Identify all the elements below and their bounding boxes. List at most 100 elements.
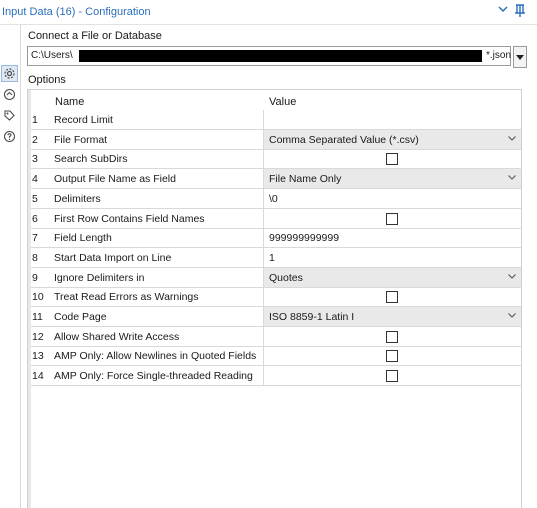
row-value-field[interactable]: 999999999999 (263, 228, 521, 249)
row-name-cell[interactable]: 6 First Row Contains Field Names (31, 209, 263, 229)
row-name-cell[interactable]: 7 Field Length (31, 228, 263, 249)
row-name-cell[interactable]: 8 Start Data Import on Line (31, 248, 263, 268)
table-row: 12 Allow Shared Write Access (31, 326, 521, 347)
pin-icon[interactable] (514, 4, 526, 21)
row-name-cell[interactable]: 12 Allow Shared Write Access (31, 327, 263, 347)
row-number: 9 (32, 271, 38, 284)
table-row: 13 AMP Only: Allow Newlines in Quoted Fie… (31, 346, 521, 367)
table-row: 14 AMP Only: Force Single-threaded Readin… (31, 366, 521, 387)
row-number: 14 (32, 370, 44, 383)
row-checkbox-cell[interactable] (263, 149, 521, 170)
chevron-down-icon[interactable] (507, 271, 517, 284)
row-number: 7 (32, 232, 38, 245)
row-name-cell[interactable]: 10 Treat Read Errors as Warnings (31, 287, 263, 308)
option-checkbox[interactable] (386, 330, 398, 343)
row-option-name: Start Data Import on Line (54, 251, 172, 264)
row-name-cell[interactable]: 3 Search SubDirs (31, 149, 263, 170)
row-value-text: ISO 8859-1 Latin I (269, 311, 355, 323)
row-value-dropdown[interactable]: Quotes (263, 267, 521, 288)
row-number: 12 (32, 330, 44, 343)
connect-label: Connect a File or Database (28, 30, 162, 42)
window-title: Input Data (16) - Configuration (2, 6, 151, 18)
file-path-input[interactable]: C:\Users\ *.json (27, 46, 511, 66)
row-number: 8 (32, 251, 38, 264)
row-checkbox-cell[interactable] (263, 346, 521, 367)
row-number: 10 (32, 291, 44, 304)
row-name-cell[interactable]: 5 Delimiters (31, 189, 263, 209)
row-value-dropdown[interactable]: ISO 8859-1 Latin I (263, 307, 521, 327)
row-value-text: Quotes (269, 271, 303, 284)
table-row: 10 Treat Read Errors as Warnings (31, 287, 521, 308)
row-option-name: AMP Only: Force Single-threaded Reading (54, 370, 253, 383)
row-checkbox-cell[interactable] (263, 208, 521, 229)
table-row: 9 Ignore Delimiters in Quotes (31, 267, 521, 288)
options-label: Options (28, 74, 66, 86)
option-checkbox[interactable] (386, 350, 398, 363)
option-checkbox[interactable] (386, 153, 398, 166)
row-option-name: Search SubDirs (54, 153, 128, 166)
row-number: 3 (32, 153, 38, 166)
row-option-name: Ignore Delimiters in (54, 271, 145, 284)
row-value-dropdown[interactable]: File Name Only (263, 169, 521, 190)
row-checkbox-cell[interactable] (263, 366, 521, 387)
row-name-cell[interactable]: 13 AMP Only: Allow Newlines in Quoted Fie… (31, 346, 263, 367)
row-number: 11 (32, 311, 43, 323)
row-value-dropdown[interactable]: Comma Separated Value (*.csv) (263, 129, 521, 150)
config-sidebar (0, 25, 21, 508)
table-row: 4 Output File Name as Field File Name Only (31, 169, 521, 190)
title-bar: Input Data (16) - Configuration (0, 0, 537, 24)
row-number: 13 (32, 350, 44, 363)
row-value-text: Comma Separated Value (*.csv) (269, 133, 419, 146)
option-checkbox[interactable] (386, 370, 398, 383)
row-checkbox-cell[interactable] (263, 326, 521, 347)
path-dropdown-button[interactable] (513, 46, 527, 68)
column-header-value: Value (269, 96, 297, 108)
row-name-cell[interactable]: 1 Record Limit (31, 110, 263, 130)
row-option-name: Delimiters (54, 192, 101, 205)
row-value-text: 999999999999 (269, 232, 340, 245)
title-divider (0, 24, 537, 25)
row-number: 6 (32, 212, 38, 225)
options-grid: Name Value 1 Record Limit 2 File Format Comm… (27, 89, 522, 508)
row-number: 4 (32, 173, 38, 186)
chevron-down-icon[interactable] (497, 3, 509, 18)
row-option-name: First Row Contains Field Names (54, 212, 205, 225)
row-value-text: \0 (269, 192, 278, 205)
table-row: 11 Code Page ISO 8859-1 Latin I (31, 307, 521, 327)
row-value-field[interactable]: \0 (263, 188, 521, 209)
option-checkbox[interactable] (386, 212, 398, 225)
path-prefix: C:\Users\ (31, 50, 73, 61)
row-option-name: Field Length (54, 232, 112, 245)
table-row: 6 First Row Contains Field Names (31, 208, 521, 229)
row-checkbox-cell[interactable] (263, 287, 521, 308)
column-header-name: Name (55, 96, 85, 108)
row-value-field[interactable] (263, 110, 521, 130)
row-value-text: 1 (269, 251, 275, 264)
tag-icon[interactable] (1, 107, 18, 124)
table-row: 5 Delimiters \0 (31, 188, 521, 209)
row-option-name: File Format (54, 133, 108, 146)
arrows-icon[interactable] (1, 86, 18, 103)
chevron-down-icon[interactable] (507, 172, 517, 185)
help-icon[interactable] (1, 128, 18, 145)
row-name-cell[interactable]: 4 Output File Name as Field (31, 169, 263, 190)
table-row: 8 Start Data Import on Line 1 (31, 247, 521, 268)
redacted-path (79, 50, 482, 62)
row-option-name: Output File Name as Field (54, 173, 176, 186)
row-number: 2 (32, 133, 38, 146)
row-name-cell[interactable]: 9 Ignore Delimiters in (31, 268, 263, 288)
table-row: 1 Record Limit (31, 110, 521, 130)
option-checkbox[interactable] (386, 291, 398, 304)
chevron-down-icon[interactable] (507, 310, 517, 323)
row-option-name: Treat Read Errors as Warnings (54, 291, 199, 304)
path-suffix: *.json (486, 50, 512, 61)
gear-icon[interactable] (1, 65, 18, 82)
row-value-field[interactable]: 1 (263, 247, 521, 268)
row-name-cell[interactable]: 14 AMP Only: Force Single-threaded Readin… (31, 366, 263, 387)
table-row: 2 File Format Comma Separated Value (*.csv… (31, 129, 521, 150)
row-name-cell[interactable]: 11 Code Page (31, 307, 263, 327)
row-option-name: AMP Only: Allow Newlines in Quoted Field… (54, 350, 257, 363)
row-name-cell[interactable]: 2 File Format (31, 130, 263, 150)
chevron-down-icon[interactable] (507, 133, 517, 146)
row-number: 5 (32, 192, 38, 205)
